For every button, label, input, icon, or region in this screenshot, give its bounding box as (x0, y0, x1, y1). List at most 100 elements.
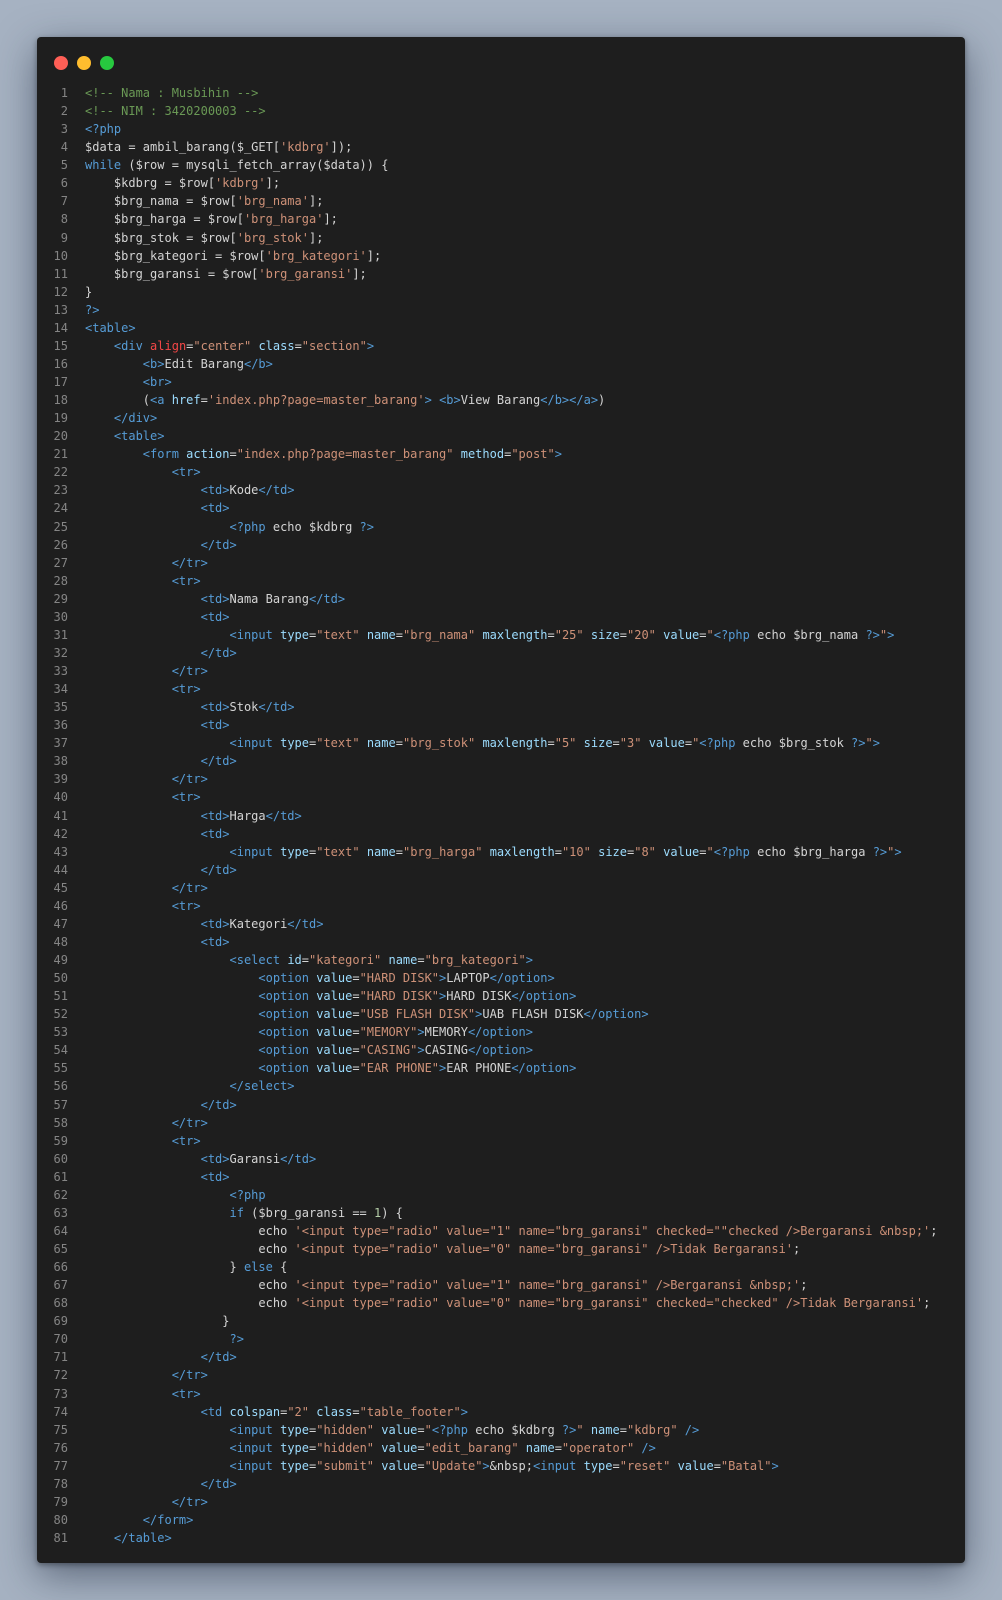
code-token: ]); (330, 140, 353, 155)
maximize-button[interactable] (100, 56, 114, 70)
line-number: 13 (53, 302, 68, 317)
code-line: 76 <input type="hidden" value="edit_bara… (37, 1439, 965, 1457)
code-token: value (316, 971, 353, 986)
code-token: ($brg_garansi == (243, 1205, 374, 1220)
code-token: ?> (851, 736, 866, 751)
code-token: </option> (467, 1043, 533, 1058)
code-token: </td> (265, 808, 302, 823)
line-number: 30 (53, 609, 68, 624)
code-token: "HARD DISK" (359, 971, 440, 986)
line-number: 67 (53, 1278, 68, 1293)
line-number: 46 (53, 898, 68, 913)
line-number: 66 (53, 1260, 68, 1275)
code-token: { (272, 1260, 288, 1275)
code-token: > (417, 1043, 425, 1058)
line-number: 45 (53, 880, 68, 895)
code-text: <option value="CASING">CASING</option> (85, 1041, 533, 1059)
code-token: 'index.php?page=master_barang' (207, 393, 425, 408)
code-token: <?php (229, 1187, 266, 1202)
code-token: <td> (200, 591, 230, 606)
code-token: </tr> (171, 664, 208, 678)
code-token: </td> (258, 700, 295, 715)
minimize-button[interactable] (77, 56, 91, 70)
code-text: $brg_stok = $row['brg_stok']; (85, 229, 324, 247)
code-token: echo $brg_nama (749, 627, 866, 642)
code-text: <?php echo $kdbrg ?> (85, 518, 375, 536)
code-line: 12} (37, 283, 965, 301)
code-line: 51 <option value="HARD DISK">HARD DISK</… (37, 987, 965, 1005)
code-token: value (381, 1440, 418, 1455)
code-text: </tr> (85, 662, 208, 680)
code-token: <select (229, 953, 281, 967)
code-text: <?php (85, 1186, 266, 1204)
line-number: 8 (60, 212, 68, 227)
code-token: <td> (200, 501, 230, 516)
code-token: value (663, 844, 700, 859)
code-line: 3 <?php (37, 120, 965, 138)
code-token: echo (85, 1278, 295, 1293)
code-line: 1 <!-- Nama : Musbihin --> (37, 84, 965, 102)
code-token: "submit" (316, 1458, 375, 1473)
code-token: </option> (511, 1061, 577, 1076)
code-token: </td> (200, 862, 237, 877)
code-token: "kategori" (309, 953, 382, 967)
code-token: = (699, 627, 707, 642)
close-button[interactable] (54, 56, 68, 70)
code-token: type (280, 736, 309, 751)
code-text: (<a href='index.php?page=master_barang'>… (85, 391, 605, 409)
code-token: '<input type="radio" value="0" name="brg… (294, 1242, 794, 1256)
code-text: <tr> (85, 463, 201, 481)
code-token: echo $brg_harga (749, 844, 873, 859)
code-text: <input type="text" name="brg_nama" maxle… (85, 626, 895, 644)
line-number: 28 (53, 573, 68, 588)
code-token: value (648, 736, 685, 751)
code-editor[interactable]: 1 <!-- Nama : Musbihin --> 2 <!-- NIM : 342… (37, 84, 965, 1545)
code-token: " (865, 736, 873, 751)
code-line: 26 </td> (37, 536, 965, 554)
code-token: <option (258, 1043, 309, 1058)
code-token: "kdbrg" (626, 1422, 678, 1437)
line-number: 1 (60, 86, 68, 100)
code-line: 14 <table> (37, 319, 965, 337)
code-text: $brg_nama = $row['brg_nama']; (85, 192, 324, 210)
line-number: 80 (53, 1512, 68, 1527)
code-token: <input (229, 844, 273, 859)
code-token: = (699, 844, 707, 859)
code-token: > (366, 338, 375, 353)
code-text: <form action="index.php?page=master_bara… (85, 445, 562, 463)
code-token: method (460, 447, 505, 462)
code-token: if (229, 1205, 244, 1220)
code-text: </tr> (85, 1493, 208, 1511)
code-token: "2" (287, 1404, 310, 1419)
code-line: 29 <td>Nama Barang</td> (37, 590, 965, 608)
line-number: 38 (53, 754, 68, 769)
code-text: </tr> (85, 879, 208, 897)
code-text: $brg_garansi = $row['brg_garansi']; (85, 265, 367, 283)
code-token: ) { (381, 1205, 403, 1220)
code-token: = (547, 627, 555, 642)
code-line: 19 </div> (37, 409, 965, 427)
code-line: 74 <td colspan="2" class="table_footer"> (37, 1403, 965, 1421)
line-number: 52 (53, 1007, 68, 1022)
code-line: 6 $kdbrg = $row['kdbrg']; (37, 174, 965, 192)
line-number: 19 (53, 411, 68, 426)
code-token: type (280, 1458, 309, 1473)
code-token: "edit_barang" (424, 1440, 519, 1455)
code-token: <input (229, 1422, 273, 1437)
line-number: 14 (53, 320, 68, 335)
